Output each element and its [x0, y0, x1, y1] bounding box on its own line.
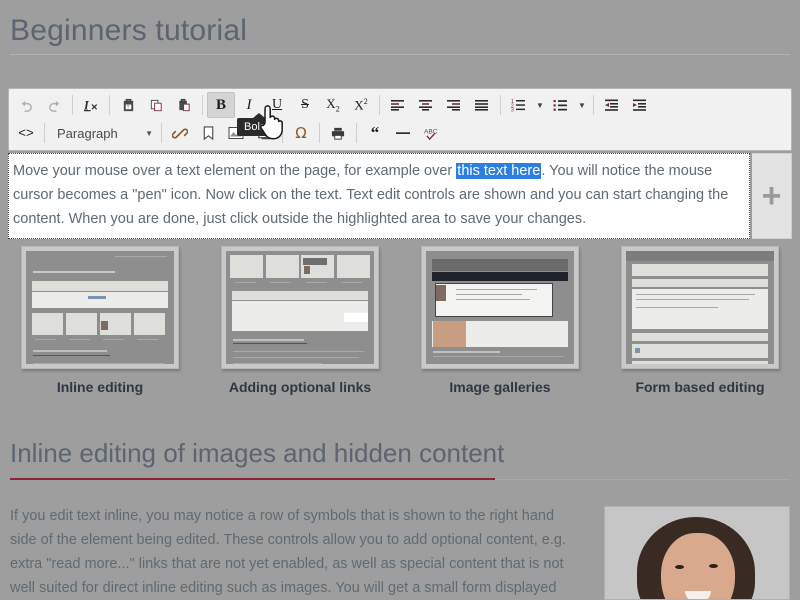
- editable-region-wrapper: Move your mouse over a text element on t…: [8, 153, 792, 239]
- gallery-item[interactable]: Form based editing: [605, 246, 795, 395]
- tutorial-gallery: Inline editing Adding optional links Ima…: [0, 246, 800, 395]
- toolbar-separator: [319, 123, 320, 143]
- portrait-eye-left: [675, 565, 684, 569]
- superscript-button[interactable]: X2: [347, 92, 375, 118]
- paste-from-word-icon[interactable]: T: [114, 92, 142, 118]
- decrease-indent-button[interactable]: [598, 92, 626, 118]
- section-body-text: If you edit text inline, you may notice …: [10, 508, 566, 596]
- section-accent-rule: [10, 478, 495, 480]
- align-left-button[interactable]: [384, 92, 412, 118]
- align-center-button[interactable]: [412, 92, 440, 118]
- thumbnail-preview-adding-optional-links: [226, 251, 374, 364]
- thumbnail-preview-form-based-editing: [626, 251, 774, 364]
- numbered-list-button[interactable]: 123: [505, 92, 533, 118]
- toolbar-separator: [593, 95, 594, 115]
- bold-tooltip: Bold: [237, 113, 274, 136]
- link-icon[interactable]: [166, 120, 194, 146]
- increase-indent-button[interactable]: [626, 92, 654, 118]
- align-right-button[interactable]: [440, 92, 468, 118]
- editable-text-region[interactable]: Move your mouse over a text element on t…: [8, 153, 750, 239]
- toolbar-row-2: <> Paragraph ▼ Ω “ ABC: [12, 119, 788, 147]
- spellcheck-button[interactable]: ABC: [417, 120, 445, 146]
- page-title: Beginners tutorial: [0, 0, 800, 55]
- special-character-button[interactable]: Ω: [287, 120, 315, 146]
- redo-icon[interactable]: [40, 92, 68, 118]
- numbered-list-dropdown[interactable]: ▼: [533, 92, 547, 118]
- toolbar-separator: [282, 123, 283, 143]
- horizontal-rule-button[interactable]: [389, 120, 417, 146]
- thumbnail-frame[interactable]: [621, 246, 779, 369]
- chevron-down-icon: ▼: [145, 128, 153, 138]
- gallery-item[interactable]: Inline editing: [5, 246, 195, 395]
- bulleted-list-button[interactable]: [547, 92, 575, 118]
- thumbnail-preview-inline-editing: [26, 251, 174, 364]
- toolbar-row-1: I T B I U S X2 X2 1 2 3 ▼ ▼: [12, 91, 788, 119]
- svg-text:ABC: ABC: [424, 128, 438, 135]
- toolbar-separator: [72, 95, 73, 115]
- selected-text-highlight[interactable]: this text here: [456, 163, 542, 179]
- print-icon[interactable]: [324, 120, 352, 146]
- remove-format-icon[interactable]: I: [77, 92, 105, 118]
- copy-icon[interactable]: [142, 92, 170, 118]
- thumbnail-frame[interactable]: [421, 246, 579, 369]
- gallery-item[interactable]: Image galleries: [405, 246, 595, 395]
- section-rule-extension: [495, 479, 790, 480]
- thumbnail-preview-image-galleries: [426, 251, 574, 364]
- page-title-text: Beginners tutorial: [10, 14, 248, 47]
- toolbar-separator: [202, 95, 203, 115]
- toolbar-separator: [379, 95, 380, 115]
- title-divider: [10, 54, 790, 55]
- portrait-face: [661, 533, 735, 599]
- justify-button[interactable]: [468, 92, 496, 118]
- toolbar-separator: [356, 123, 357, 143]
- section-heading: Inline editing of images and hidden cont…: [10, 438, 505, 468]
- inline-editor: I T B I U S X2 X2 1 2 3 ▼ ▼ <> Paragraph…: [8, 88, 792, 239]
- editable-text-part1: Move your mouse over a text element on t…: [13, 163, 457, 179]
- portrait-photo: [604, 506, 790, 600]
- paragraph-format-select[interactable]: Paragraph ▼: [49, 121, 157, 145]
- svg-text:3: 3: [511, 108, 514, 113]
- portrait-smile: [685, 591, 711, 599]
- portrait-eye-right: [709, 564, 718, 568]
- subscript-button[interactable]: X2: [319, 92, 347, 118]
- toolbar-separator: [500, 95, 501, 115]
- thumbnail-frame[interactable]: [21, 246, 179, 369]
- toolbar-separator: [161, 123, 162, 143]
- svg-text:T: T: [126, 104, 129, 109]
- bulleted-list-dropdown[interactable]: ▼: [575, 92, 589, 118]
- toolbar-separator: [44, 123, 45, 143]
- gallery-item[interactable]: Adding optional links: [205, 246, 395, 395]
- undo-icon[interactable]: [12, 92, 40, 118]
- blockquote-button[interactable]: “: [361, 120, 389, 146]
- strikethrough-button[interactable]: S: [291, 92, 319, 118]
- gallery-item-caption: Image galleries: [449, 379, 551, 395]
- anchor-icon[interactable]: [194, 120, 222, 146]
- thumbnail-frame[interactable]: [221, 246, 379, 369]
- add-content-rail[interactable]: +: [752, 153, 792, 239]
- toolbar-separator: [109, 95, 110, 115]
- plus-icon[interactable]: +: [762, 179, 782, 213]
- gallery-item-caption: Inline editing: [56, 379, 144, 395]
- editor-toolbar: I T B I U S X2 X2 1 2 3 ▼ ▼ <> Paragraph…: [8, 88, 792, 151]
- paste-icon[interactable]: [170, 92, 198, 118]
- gallery-item-caption: Adding optional links: [228, 379, 372, 395]
- source-code-button[interactable]: <>: [12, 120, 40, 146]
- paragraph-format-value: Paragraph: [57, 125, 118, 141]
- underline-button[interactable]: U: [263, 92, 291, 118]
- bold-button[interactable]: B: [207, 92, 235, 118]
- gallery-item-caption: Form based editing: [635, 379, 765, 395]
